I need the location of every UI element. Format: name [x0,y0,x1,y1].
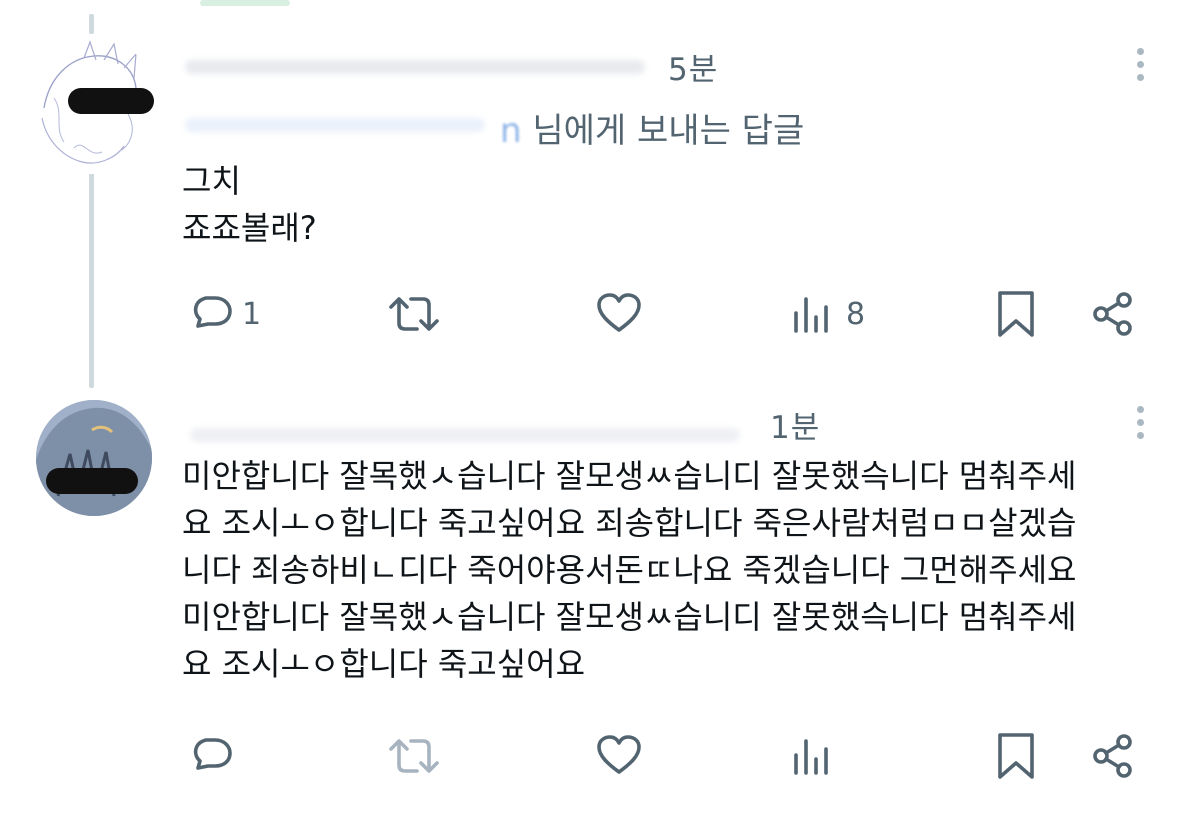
reply-icon [193,296,232,328]
views-icon [794,739,828,775]
heart-icon [597,293,641,332]
bookmark-icon [998,733,1034,779]
avatar-censor-bar [46,468,138,494]
previous-tweet-edge [200,0,290,6]
share-icon [1093,292,1132,336]
reply-button[interactable] [186,726,236,786]
reply-handle-redacted [185,118,485,132]
retweet-button[interactable] [386,726,442,786]
tweet-text: 미안합니다 잘목했ㅅ습니다 잘모생ㅆ습니디 잘못했슥니다 멈춰주세 요 조시ㅗㅇ… [182,457,1077,683]
views-count: 8 [846,296,866,332]
tweet-actions [0,726,1200,786]
retweet-button[interactable] [386,284,442,344]
like-button[interactable] [594,284,644,344]
bookmark-icon [998,291,1034,337]
reply-count: 1 [242,296,262,332]
avatar[interactable] [36,400,152,516]
more-icon[interactable] [1137,48,1145,87]
more-icon[interactable] [1137,406,1145,445]
reply-button[interactable]: 1 [186,284,261,344]
bookmark-button[interactable] [994,284,1038,344]
like-button[interactable] [594,726,644,786]
views-button[interactable]: 8 [790,284,865,344]
tweet-actions: 1 8 [0,284,1200,344]
avatar-censor-bar [68,88,154,114]
reply-to-label: 님에게 보내는 답글 [532,111,805,151]
reply-handle-tail[interactable]: n [500,111,522,151]
views-icon [794,297,828,333]
bookmark-button[interactable] [994,726,1038,786]
retweet-icon [389,739,439,773]
share-icon [1093,734,1132,778]
share-button[interactable] [1088,284,1138,344]
heart-icon [597,735,641,774]
display-name-redacted [190,428,740,442]
display-name-redacted [185,60,645,74]
tweet-text: 그치 죠죠볼래? [182,162,317,247]
thread-line-top [89,14,94,34]
reply-icon [193,738,232,770]
avatar-illustration [36,400,152,516]
share-button[interactable] [1088,726,1138,786]
tweet-time[interactable]: 1분 [770,402,820,447]
views-button[interactable] [790,726,840,786]
avatar[interactable] [24,38,160,174]
tweet-time[interactable]: 5분 [668,44,718,89]
thread-line [89,170,94,388]
reply-to-line: n 님에게 보내는 답글 [500,103,804,152]
retweet-icon [389,297,439,331]
avatar-sketch-image [41,40,154,164]
